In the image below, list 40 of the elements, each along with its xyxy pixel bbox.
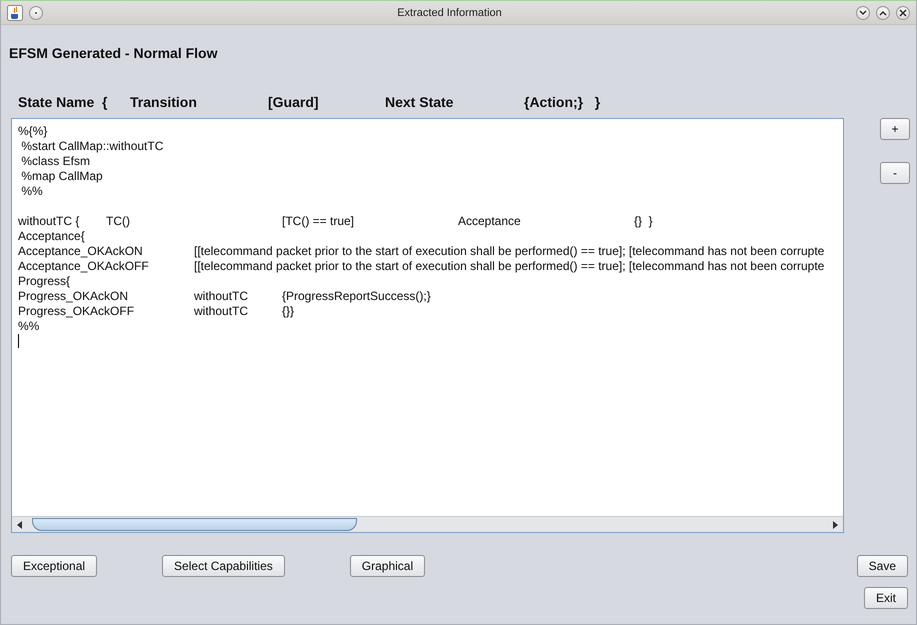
code-line: Progress_OKAckON withoutTC {ProgressReportSuccess();} — [18, 289, 432, 304]
scroll-thumb[interactable] — [32, 518, 357, 531]
code-line: %start CallMap::withoutTC — [20, 139, 164, 154]
minimize-button[interactable] — [856, 6, 870, 20]
save-button[interactable]: Save — [856, 555, 908, 577]
code-line: %map CallMap — [20, 169, 104, 184]
column-header: State Name { — [18, 94, 108, 110]
code-line: Acceptance_OKAckON [[telecommand packet prior to the start of execution shall be performed() == true]; [telecommand has not been corrupte — [18, 244, 826, 259]
code-line: %{%} — [18, 124, 48, 139]
column-header: {Action;} } — [524, 94, 602, 110]
text-caret — [18, 334, 19, 348]
close-button[interactable] — [896, 6, 910, 20]
chevron-down-icon — [859, 10, 867, 16]
add-button[interactable]: + — [880, 118, 910, 140]
close-icon — [899, 8, 907, 16]
text-editor[interactable] — [11, 118, 844, 533]
code-line: Acceptance_OKAckOFF [[telecommand packet prior to the start of execution shall be performed() == true]; [telecommand has not been corrupte — [18, 259, 826, 274]
action-button[interactable]: Exceptional — [11, 555, 98, 577]
dot-icon — [34, 10, 38, 14]
action-button[interactable]: Graphical — [350, 555, 426, 577]
code-line: Progress_OKAckOFF withoutTC {}} — [18, 304, 296, 319]
action-button[interactable]: Select Capabilities — [162, 555, 285, 577]
code-line: %class Efsm — [20, 154, 92, 169]
code-line: %% — [20, 184, 44, 199]
column-header: [Guard] — [268, 94, 320, 110]
menu-button[interactable] — [29, 6, 43, 20]
remove-button[interactable]: - — [880, 162, 910, 184]
code-line: %% — [18, 319, 40, 334]
java-cup-icon — [7, 4, 23, 20]
chevron-up-icon — [879, 10, 887, 16]
window-title: Extracted Information — [396, 6, 503, 18]
column-header: Transition — [130, 94, 198, 110]
page-heading: EFSM Generated - Normal Flow — [9, 45, 218, 61]
exit-button[interactable]: Exit — [864, 587, 908, 609]
column-header: Next State — [385, 94, 454, 110]
maximize-button[interactable] — [876, 6, 890, 20]
horizontal-scrollbar[interactable] — [12, 516, 843, 532]
code-line: withoutTC { TC() [TC() == true] Acceptance {} } — [18, 214, 654, 229]
code-line: Progress{ — [18, 274, 72, 289]
code-line: Acceptance{ — [18, 229, 86, 244]
